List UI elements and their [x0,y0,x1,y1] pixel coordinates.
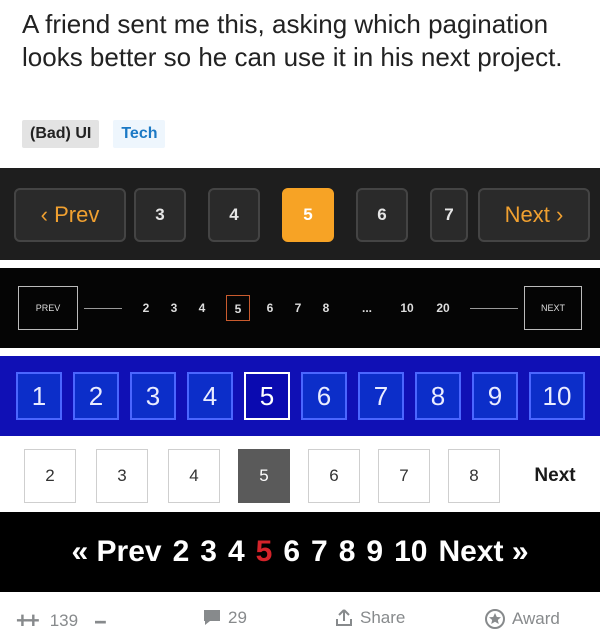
next-link[interactable]: Next » [438,537,528,567]
page-button[interactable]: 4 [187,372,233,420]
comment-count: 29 [228,608,247,627]
vote-score: 139 [49,611,79,630]
page-button[interactable]: 8 [448,449,500,503]
page-button[interactable]: 4 [208,188,260,242]
page-button[interactable]: 3 [134,188,186,242]
page-button-active[interactable]: 5 [238,449,290,503]
pagination-style-3: 1 2 3 4 5 6 7 8 9 10 [0,356,600,436]
divider-line [84,308,122,309]
page-button[interactable]: 8 [415,372,461,420]
next-link[interactable]: Next [520,449,590,503]
flair-row: (Bad) UI Tech [22,120,166,148]
downvote-icon[interactable]: -- [94,608,107,634]
page-link[interactable]: 2 [173,537,190,567]
page-link[interactable]: 8 [318,295,334,321]
page-button[interactable]: 7 [358,372,404,420]
post-title[interactable]: A friend sent me this, asking which pagi… [22,8,582,74]
page-button[interactable]: 6 [301,372,347,420]
pagination-style-2: PREV 2 3 4 5 6 7 8 ... 10 20 NEXT [0,268,600,348]
award-button[interactable]: Award [484,608,560,630]
page-link[interactable]: 3 [166,295,182,321]
page-link[interactable]: 6 [283,537,300,567]
page-button[interactable]: 3 [96,449,148,503]
page-button[interactable]: 2 [24,449,76,503]
next-button[interactable]: NEXT [524,286,582,330]
pagination-style-5: « Prev 2 3 4 5 6 7 8 9 10 Next » [0,512,600,592]
page-link[interactable]: 2 [138,295,154,321]
comments-button[interactable]: 29 [202,608,247,628]
page-link[interactable]: 10 [396,295,418,321]
prev-button[interactable]: PREV [18,286,78,330]
page-button-active[interactable]: 5 [244,372,290,420]
page-link-active[interactable]: 5 [256,537,273,567]
pagination-style-1: ‹ Prev 3 4 5 6 7 Next › [0,168,600,260]
share-label: Share [360,608,406,627]
share-button[interactable]: Share [334,608,405,628]
upvote-icon[interactable]: ++ [16,608,40,634]
page-button[interactable]: 9 [472,372,518,420]
page-button[interactable]: 3 [130,372,176,420]
page-link[interactable]: 8 [339,537,356,567]
page-button[interactable]: 7 [378,449,430,503]
page-button[interactable]: 6 [356,188,408,242]
post-footer: ++ 139 -- 29 Share Award [0,596,600,640]
vote-group: ++ 139 -- [16,608,107,634]
page-link[interactable]: 7 [311,537,328,567]
flair-bad-ui[interactable]: (Bad) UI [22,120,100,148]
page-button[interactable]: 1 [16,372,62,420]
flair-tech[interactable]: Tech [113,120,166,148]
page-link[interactable]: 3 [200,537,217,567]
prev-link[interactable]: « Prev [72,537,162,567]
page-link[interactable]: 4 [194,295,210,321]
page-button[interactable]: 2 [73,372,119,420]
pagination-style-4: 2 3 4 5 6 7 8 Next [0,446,600,506]
page-link[interactable]: 10 [394,537,427,567]
comment-icon [204,610,220,625]
page-button[interactable]: 7 [430,188,468,242]
prev-button[interactable]: ‹ Prev [14,188,126,242]
share-icon [336,609,352,626]
page-button[interactable]: 4 [168,449,220,503]
page-button[interactable]: 6 [308,449,360,503]
page-link-active[interactable]: 5 [226,295,250,321]
award-label: Award [512,609,560,628]
award-icon [485,609,505,629]
page-button-active[interactable]: 5 [282,188,334,242]
page-ellipsis: ... [361,301,372,315]
next-button[interactable]: Next › [478,188,590,242]
page-link[interactable]: 4 [228,537,245,567]
page-link[interactable]: 6 [262,295,278,321]
page-button[interactable]: 10 [529,372,585,420]
page-link[interactable]: 9 [366,537,383,567]
page-link[interactable]: 7 [290,295,306,321]
divider-line [470,308,518,309]
page-link[interactable]: 20 [432,295,454,321]
